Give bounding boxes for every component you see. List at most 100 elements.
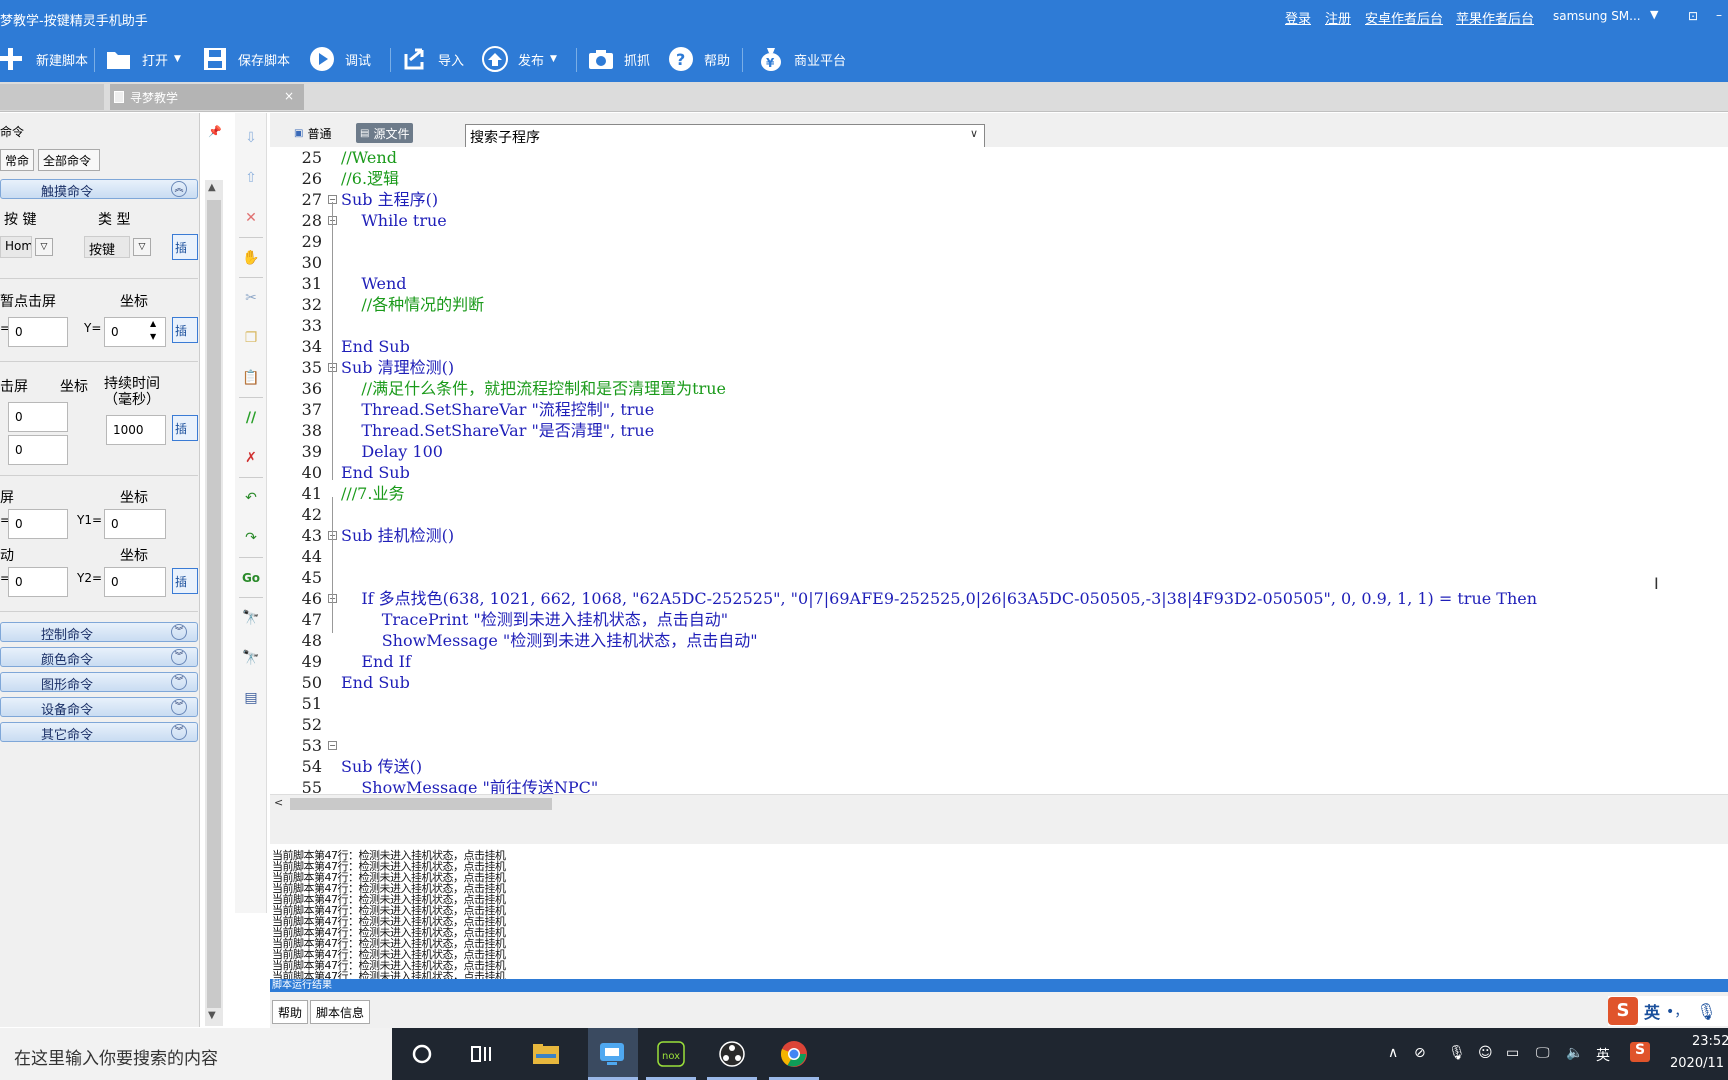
anjian-app-icon[interactable] (596, 1038, 628, 1070)
goto-icon[interactable]: Go (242, 569, 260, 587)
delete-icon[interactable]: ✕ (242, 209, 260, 227)
chevron-down-icon[interactable]: ︾ (171, 649, 187, 665)
press-x-input[interactable]: 0 (8, 402, 68, 432)
nox-emulator-icon[interactable]: nox (655, 1038, 687, 1070)
swipe-x2-input[interactable]: 0 (8, 567, 68, 597)
chevron-down-icon[interactable]: ▼ (550, 54, 557, 64)
chrome-icon[interactable] (778, 1038, 810, 1070)
move-up-icon[interactable]: ⇧ (242, 169, 260, 187)
chevron-down-icon[interactable]: ▽ (35, 238, 53, 256)
tab-common-commands[interactable]: 常命令 (0, 149, 34, 171)
hand-icon[interactable]: ✋ (242, 249, 260, 267)
uncomment-icon[interactable]: ✗ (242, 449, 260, 467)
category-graphics[interactable]: 图形命令 ︾ (0, 672, 198, 693)
obs-icon[interactable] (716, 1038, 748, 1070)
command-panel-scrollbar[interactable]: ▲ ▼ (205, 180, 223, 1026)
tab-all-commands[interactable]: 全部命令 (38, 149, 100, 171)
file-explorer-icon[interactable] (530, 1038, 562, 1070)
volume-icon[interactable]: 🔈 (1566, 1045, 1583, 1061)
tab-script-info[interactable]: 脚本信息 (310, 1000, 371, 1024)
insert-key-button[interactable]: 插 (172, 234, 198, 260)
chevron-down-icon[interactable]: ∨ (970, 127, 978, 140)
close-icon[interactable]: × (284, 89, 294, 103)
capture-button[interactable]: 抓抓 (588, 42, 650, 76)
help-button[interactable]: ? 帮助 (668, 42, 730, 76)
tab-normal-mode[interactable]: ▣ 普通 (290, 123, 335, 143)
tab-source-mode[interactable]: ▤ 源文件 (356, 123, 414, 143)
tray-expand-icon[interactable]: ∧ (1388, 1045, 1398, 1061)
category-other[interactable]: 其它命令 ︾ (0, 722, 198, 743)
editor-horizontal-scrollbar[interactable]: < (270, 794, 1728, 812)
press-y-input[interactable]: 0 (8, 435, 68, 465)
ime-toolbar[interactable]: S 英 •， 🎙 (1608, 996, 1728, 1026)
ime-punctuation[interactable]: •， (1666, 1001, 1688, 1021)
input-language[interactable]: 英 (1596, 1045, 1610, 1065)
fold-toggle[interactable]: − (328, 741, 337, 750)
swipe-y2-input[interactable]: 0 (104, 567, 166, 597)
restore-icon[interactable]: ⊡ (1688, 9, 1698, 23)
paste-icon[interactable]: 📋 (242, 369, 260, 387)
debug-button[interactable]: 调试 (309, 42, 371, 76)
insert-swipe-button[interactable]: 插 (172, 568, 198, 594)
category-control[interactable]: 控制命令 ︾ (0, 622, 198, 643)
undo-icon[interactable]: ↶ (242, 489, 260, 507)
tray-app-icon[interactable]: ⊘ (1414, 1045, 1426, 1061)
cut-icon[interactable]: ✂ (242, 289, 260, 307)
key-select[interactable]: Home (0, 236, 32, 258)
new-script-button[interactable]: 新建脚本 (0, 42, 88, 76)
business-platform-button[interactable]: ¥ 商业平台 (758, 42, 846, 76)
category-touch[interactable]: 触摸命令 ︽ (0, 179, 198, 200)
scroll-down-icon[interactable]: ▼ (208, 1010, 216, 1021)
register-link[interactable]: 注册 (1325, 8, 1351, 27)
find-icon[interactable]: 🔭 (242, 609, 260, 627)
tray-mic-icon[interactable]: 🎙 (1448, 1045, 1466, 1061)
insert-press-button[interactable]: 插 (172, 415, 198, 441)
tap-y-input[interactable]: 0 (104, 317, 166, 347)
panel-splitter[interactable] (270, 812, 1728, 844)
network-icon[interactable]: 🖵 (1536, 1045, 1550, 1061)
ios-author-link[interactable]: 苹果作者后台 (1456, 8, 1534, 27)
code-editor[interactable]: 25 26 27 28 29 30 31 32 33 34 35 36 37 3… (270, 147, 1728, 794)
swipe-x1-input[interactable]: 0 (8, 509, 68, 539)
ime-language[interactable]: 英 (1644, 999, 1660, 1023)
cortana-icon[interactable] (406, 1038, 438, 1070)
chevron-down-icon[interactable]: ︾ (171, 699, 187, 715)
pin-icon[interactable]: 📌 (208, 125, 222, 138)
android-author-link[interactable]: 安卓作者后台 (1365, 8, 1443, 27)
open-button[interactable]: 打开 ▼ (106, 42, 181, 76)
scrollbar-thumb[interactable] (207, 200, 221, 1008)
category-device[interactable]: 设备命令 ︾ (0, 697, 198, 718)
comment-icon[interactable]: // (242, 409, 260, 427)
spin-up-icon[interactable]: ▲ (150, 319, 156, 328)
scroll-left-icon[interactable]: < (274, 796, 283, 809)
taskbar-search-box[interactable]: 在这里输入你要搜索的内容 (0, 1028, 392, 1080)
scrollbar-thumb[interactable] (290, 798, 552, 810)
publish-button[interactable]: 发布 ▼ (482, 42, 557, 76)
replace-icon[interactable]: 🔭 (242, 649, 260, 667)
device-selector[interactable]: samsung SM... (1553, 9, 1641, 23)
minimize-icon[interactable]: – (1716, 8, 1722, 22)
tab-help[interactable]: 帮助 (272, 1000, 309, 1024)
chevron-down-icon[interactable]: ︾ (171, 674, 187, 690)
duration-input[interactable]: 1000 (106, 415, 166, 445)
import-button[interactable]: 导入 (402, 42, 464, 76)
chevron-up-icon[interactable]: ︽ (171, 181, 187, 197)
battery-icon[interactable]: ▭ (1506, 1045, 1519, 1061)
chevron-down-icon[interactable]: ︾ (171, 624, 187, 640)
move-down-icon[interactable]: ⇩ (242, 129, 260, 147)
redo-icon[interactable]: ↷ (242, 529, 260, 547)
swipe-y1-input[interactable]: 0 (104, 509, 166, 539)
clock-date[interactable]: 2020/11 (1670, 1056, 1724, 1071)
microphone-icon[interactable]: 🎙 (1696, 1002, 1716, 1021)
category-color[interactable]: 颜色命令 ︾ (0, 647, 198, 668)
save-script-button[interactable]: 保存脚本 (202, 42, 290, 76)
chevron-down-icon[interactable]: ▼ (1650, 8, 1658, 21)
insert-tap-button[interactable]: 插 (172, 317, 198, 343)
tray-user-icon[interactable]: ☺ (1478, 1045, 1493, 1061)
list-icon[interactable]: ▤ (242, 689, 260, 707)
scroll-up-icon[interactable]: ▲ (208, 182, 216, 193)
subroutine-search-select[interactable]: 搜索子程序 ∨ (465, 124, 985, 148)
login-link[interactable]: 登录 (1285, 8, 1311, 27)
spin-down-icon[interactable]: ▼ (150, 332, 156, 341)
clock-time[interactable]: 23:52 (1692, 1034, 1728, 1049)
